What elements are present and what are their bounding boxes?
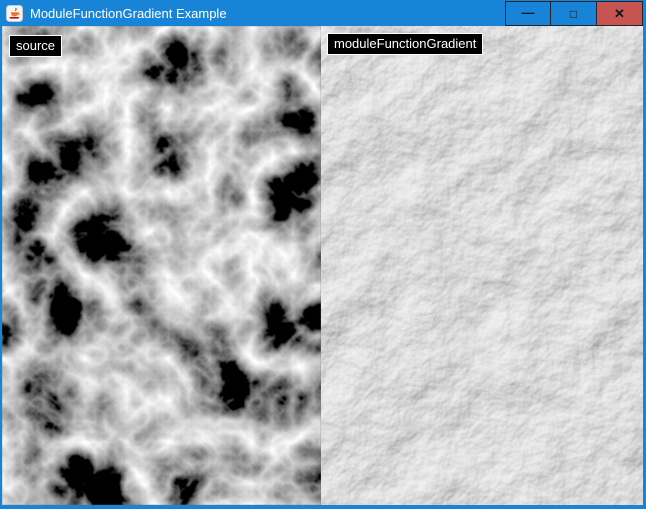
window-controls: — □ ✕ [505,0,643,26]
close-icon: ✕ [614,7,625,20]
minimize-button[interactable]: — [505,1,551,26]
gradient-image-label: moduleFunctionGradient [327,33,483,55]
java-coffee-cup-icon [6,5,23,22]
source-noise-image [2,26,321,505]
gradient-noise-image [321,26,643,505]
minimize-icon: — [522,6,535,19]
source-image-label: source [9,35,62,57]
maximize-button[interactable]: □ [551,1,597,26]
gradient-image-panel: moduleFunctionGradient [321,26,643,505]
titlebar[interactable]: ModuleFunctionGradient Example — □ ✕ [2,0,643,26]
maximize-icon: □ [570,8,577,20]
content-area: source [2,26,643,505]
source-image-panel: source [2,26,321,505]
app-window: ModuleFunctionGradient Example — □ ✕ [0,0,646,509]
window-title: ModuleFunctionGradient Example [30,6,227,21]
close-button[interactable]: ✕ [597,1,643,26]
